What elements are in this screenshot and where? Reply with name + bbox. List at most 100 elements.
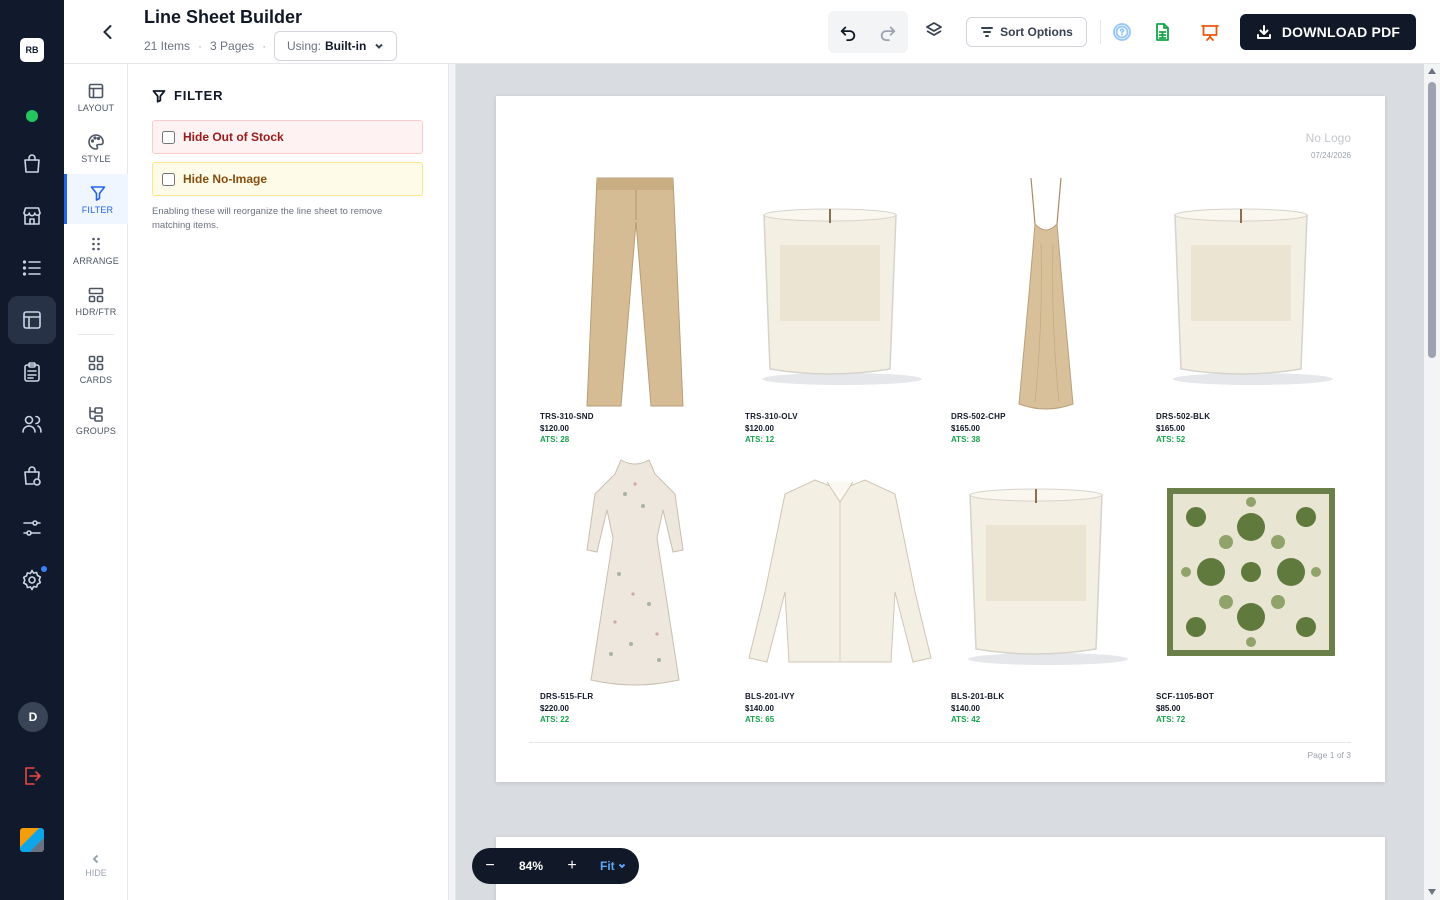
download-pdf-button[interactable]: DOWNLOAD PDF	[1240, 14, 1416, 50]
layout-icon[interactable]	[8, 296, 56, 344]
scarf-icon	[1156, 454, 1346, 690]
settings-icon[interactable]	[8, 556, 56, 604]
presentation-icon	[1201, 25, 1219, 41]
logo-placeholder: No Logo	[1305, 131, 1351, 145]
tabs-divider	[78, 334, 114, 335]
zoom-controls: − 84% + Fit	[472, 848, 639, 884]
layers-button[interactable]	[924, 20, 948, 44]
bag-settings-icon[interactable]	[8, 452, 56, 500]
slip-dress-icon	[951, 174, 1141, 410]
product-card[interactable]: BLS-201-IVY $140.00 ATS: 65	[745, 454, 935, 729]
product-sku: TRS-310-OLV	[745, 412, 798, 421]
chevron-down-icon	[618, 863, 625, 869]
chevron-left-icon	[103, 25, 112, 39]
page-date: 07/24/2026	[1310, 151, 1351, 160]
sort-options-label: Sort Options	[1000, 25, 1073, 39]
hide-out-of-stock-checkbox[interactable]	[162, 130, 175, 144]
export-sheet-button[interactable]	[1150, 20, 1174, 44]
hide-panel-button[interactable]: HIDE	[64, 854, 128, 884]
help-icon	[1113, 23, 1131, 41]
zoom-out-button[interactable]: −	[472, 848, 508, 884]
filter-help-text: Enabling these will reorganize the line …	[152, 206, 383, 231]
scroll-up-arrow[interactable]	[1428, 68, 1436, 74]
drag-dots-icon	[92, 237, 100, 250]
tab-label: FILTER	[81, 204, 114, 215]
list-icon[interactable]	[8, 244, 56, 292]
product-card[interactable]: TRS-310-SND $120.00 ATS: 28	[540, 174, 730, 449]
product-sku: TRS-310-SND	[540, 412, 594, 421]
layers-icon	[926, 22, 942, 36]
product-price: $165.00	[1156, 424, 1185, 433]
redo-icon[interactable]	[879, 23, 897, 41]
present-button[interactable]	[1198, 20, 1222, 44]
history-controls	[828, 11, 908, 53]
floral-dress-icon	[540, 454, 730, 690]
product-card[interactable]: DRS-515-FLR $220.00 ATS: 22	[540, 454, 730, 729]
product-ats: ATS: 72	[1156, 715, 1186, 724]
store-icon[interactable]	[8, 192, 56, 240]
sort-options-button[interactable]: Sort Options	[966, 17, 1087, 47]
layout-icon	[88, 83, 104, 98]
undo-icon[interactable]	[839, 23, 857, 41]
toolbar-divider	[1100, 20, 1101, 44]
hide-no-image-checkbox[interactable]	[162, 172, 175, 186]
hide-out-of-stock-label: Hide Out of Stock	[183, 130, 284, 144]
scrollbar-thumb[interactable]	[1428, 82, 1436, 358]
tab-layout[interactable]: LAYOUT	[64, 72, 128, 122]
items-count: 21 Items	[144, 39, 191, 53]
product-card[interactable]: SCF-1105-BOT $85.00 ATS: 72	[1156, 454, 1346, 729]
product-ats: ATS: 22	[540, 715, 570, 724]
profile-image[interactable]	[20, 828, 44, 852]
users-icon[interactable]	[8, 400, 56, 448]
palette-icon	[88, 133, 104, 150]
zoom-fit-dropdown[interactable]: Fit	[600, 859, 626, 873]
page-number: Page 1 of 3	[1307, 750, 1351, 760]
tab-cards[interactable]: CARDS	[64, 344, 128, 394]
tab-groups[interactable]: GROUPS	[64, 395, 128, 445]
product-sku: DRS-502-BLK	[1156, 412, 1211, 421]
tab-filter[interactable]: FILTER	[64, 174, 128, 224]
page-title: Line Sheet Builder	[144, 7, 303, 27]
tab-header-footer[interactable]: HDR/FTR	[64, 276, 128, 326]
header-footer-icon	[88, 287, 104, 302]
zoom-fit-label: Fit	[600, 859, 615, 873]
product-ats: ATS: 42	[951, 715, 981, 724]
hide-no-image-option[interactable]: Hide No-Image	[152, 162, 423, 196]
template-select[interactable]: Using: Built-in	[274, 31, 398, 61]
tab-label: GROUPS	[75, 425, 117, 436]
help-button[interactable]	[1110, 20, 1134, 44]
tab-label: ARRANGE	[73, 255, 119, 266]
product-price: $140.00	[745, 704, 774, 713]
groups-icon	[89, 406, 103, 422]
download-pdf-label: DOWNLOAD PDF	[1281, 24, 1401, 40]
spreadsheet-icon	[1156, 23, 1169, 41]
user-avatar[interactable]: D	[18, 702, 48, 732]
panel-resize-handle[interactable]	[448, 64, 456, 900]
scroll-down-arrow[interactable]	[1428, 889, 1436, 895]
brand-logo[interactable]: RB	[20, 38, 44, 62]
tab-label: LAYOUT	[77, 102, 115, 113]
pants-icon	[540, 174, 730, 410]
hide-out-of-stock-option[interactable]: Hide Out of Stock	[152, 120, 423, 154]
product-price: $120.00	[540, 424, 569, 433]
product-card[interactable]: TRS-310-OLV $120.00 ATS: 12	[745, 174, 935, 449]
zoom-level: 84%	[518, 859, 544, 873]
chevron-down-icon	[375, 43, 384, 49]
candle-icon	[1156, 174, 1346, 410]
logout-icon[interactable]	[8, 752, 56, 800]
back-button[interactable]	[94, 18, 122, 46]
product-card[interactable]: DRS-502-CHP $165.00 ATS: 38	[951, 174, 1141, 449]
tab-label: HDR/FTR	[75, 306, 117, 317]
product-card[interactable]: DRS-502-BLK $165.00 ATS: 52	[1156, 174, 1346, 449]
clipboard-icon[interactable]	[8, 348, 56, 396]
bag-icon[interactable]	[8, 140, 56, 188]
product-card[interactable]: BLS-201-BLK $140.00 ATS: 42	[951, 454, 1141, 729]
sliders-icon[interactable]	[8, 504, 56, 552]
notification-dot	[41, 566, 47, 572]
blouse-icon	[745, 454, 935, 690]
hide-label: HIDE	[85, 868, 107, 878]
product-ats: ATS: 52	[1156, 435, 1186, 444]
tab-arrange[interactable]: ARRANGE	[64, 225, 128, 275]
tab-style[interactable]: STYLE	[64, 123, 128, 173]
zoom-in-button[interactable]: +	[554, 848, 590, 884]
